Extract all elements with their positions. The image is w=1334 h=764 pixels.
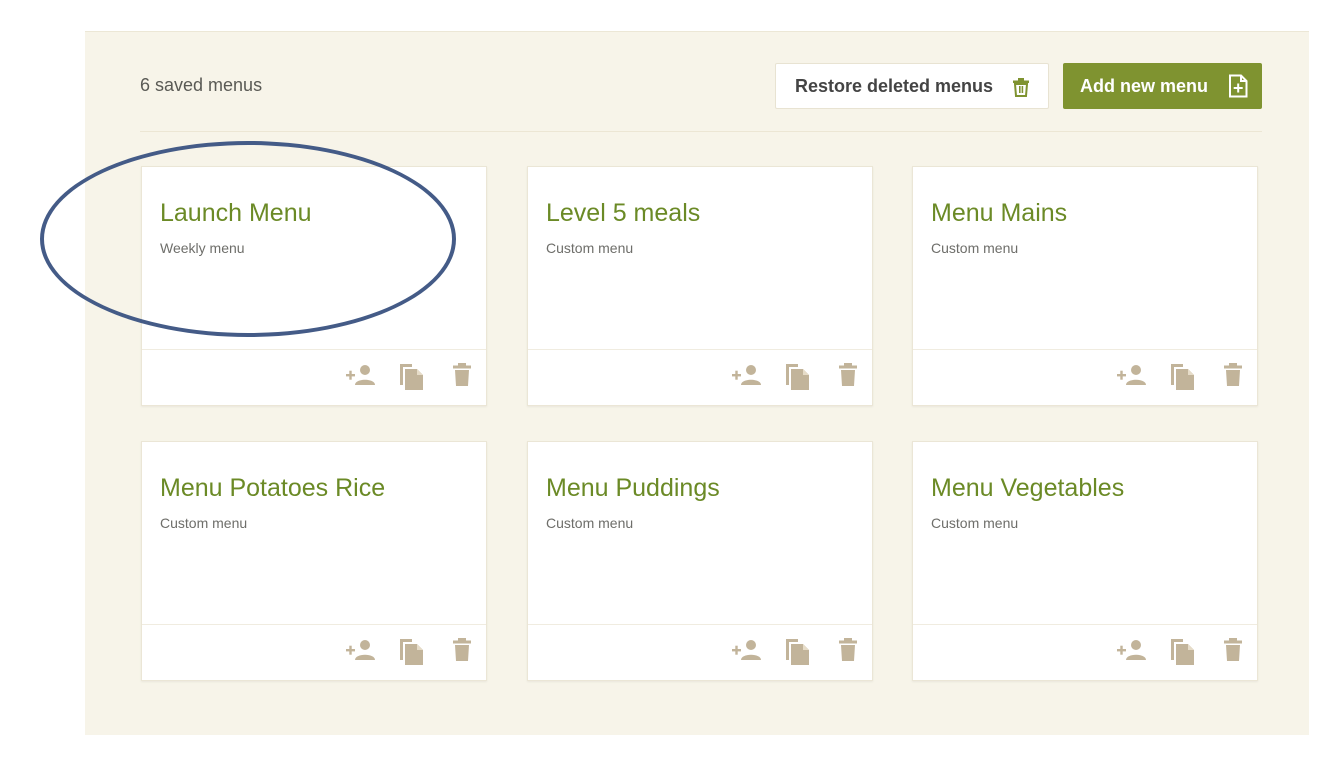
- share-user-icon[interactable]: [346, 638, 376, 667]
- delete-icon[interactable]: [452, 363, 472, 392]
- delete-icon[interactable]: [452, 638, 472, 667]
- menus-panel: 6 saved menus Restore deleted menus Add …: [85, 31, 1309, 735]
- menu-card-divider: [142, 624, 486, 625]
- share-user-icon[interactable]: [732, 363, 762, 392]
- menu-card-subtitle: Custom menu: [160, 515, 248, 531]
- menu-card-subtitle: Weekly menu: [160, 240, 245, 256]
- copy-icon[interactable]: [1170, 363, 1196, 396]
- saved-menus-count: 6 saved menus: [140, 75, 263, 95]
- menu-card-title[interactable]: Menu Potatoes Rice: [160, 474, 385, 503]
- menu-card[interactable]: Menu Vegetables Custom menu: [912, 441, 1258, 681]
- delete-icon[interactable]: [1223, 638, 1243, 667]
- header-divider: [140, 131, 1262, 132]
- menu-card-title[interactable]: Launch Menu: [160, 199, 312, 228]
- share-user-icon[interactable]: [1117, 638, 1147, 667]
- restore-deleted-menus-button[interactable]: Restore deleted menus: [775, 63, 1049, 109]
- menu-card-divider: [913, 624, 1257, 625]
- restore-button-label: Restore deleted menus: [795, 75, 994, 96]
- menu-card-subtitle: Custom menu: [546, 240, 634, 256]
- copy-icon[interactable]: [1170, 638, 1196, 671]
- add-new-menu-button[interactable]: Add new menu: [1063, 63, 1262, 109]
- menu-card-divider: [528, 349, 872, 350]
- delete-icon[interactable]: [1223, 363, 1243, 392]
- copy-icon[interactable]: [399, 638, 425, 671]
- menu-card-divider: [528, 624, 872, 625]
- add-button-label: Add new menu: [1080, 75, 1209, 96]
- menu-card[interactable]: Launch Menu Weekly menu: [141, 166, 487, 406]
- menu-card[interactable]: Menu Puddings Custom menu: [527, 441, 873, 681]
- share-user-icon[interactable]: [1117, 363, 1147, 392]
- menu-card[interactable]: Menu Potatoes Rice Custom menu: [141, 441, 487, 681]
- share-user-icon[interactable]: [732, 638, 762, 667]
- copy-icon[interactable]: [399, 363, 425, 396]
- share-user-icon[interactable]: [346, 363, 376, 392]
- menu-card-divider: [913, 349, 1257, 350]
- menu-card-subtitle: Custom menu: [931, 240, 1019, 256]
- trash-can-icon: [1012, 77, 1030, 102]
- menu-card-title[interactable]: Menu Puddings: [546, 474, 720, 503]
- delete-icon[interactable]: [838, 363, 858, 392]
- menu-card-title[interactable]: Menu Vegetables: [931, 474, 1124, 503]
- menu-card[interactable]: Menu Mains Custom menu: [912, 166, 1258, 406]
- menu-card-title[interactable]: Level 5 meals: [546, 199, 700, 228]
- delete-icon[interactable]: [838, 638, 858, 667]
- menu-card-subtitle: Custom menu: [546, 515, 634, 531]
- menu-card[interactable]: Level 5 meals Custom menu: [527, 166, 873, 406]
- menu-card-title[interactable]: Menu Mains: [931, 199, 1067, 228]
- copy-icon[interactable]: [785, 638, 811, 671]
- menu-card-subtitle: Custom menu: [931, 515, 1019, 531]
- menu-card-divider: [142, 349, 486, 350]
- copy-icon[interactable]: [785, 363, 811, 396]
- file-plus-icon: [1228, 74, 1248, 103]
